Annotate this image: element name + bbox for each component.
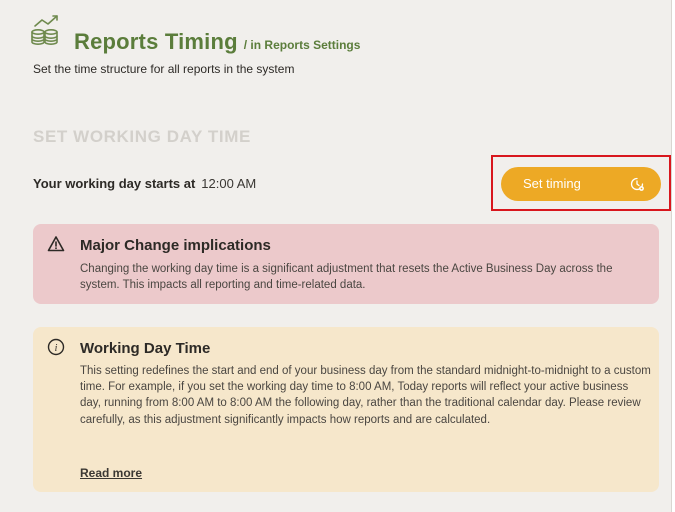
working-day-label: Your working day starts at bbox=[33, 176, 196, 191]
svg-text:i: i bbox=[55, 343, 58, 354]
working-day-value: 12:00 AM bbox=[201, 176, 257, 191]
warning-triangle-icon bbox=[47, 236, 65, 252]
major-change-warning-card: Major Change implications Changing the w… bbox=[33, 224, 659, 304]
section-title: SET WORKING DAY TIME bbox=[33, 127, 251, 146]
coins-growth-icon bbox=[31, 15, 58, 45]
set-timing-button-label: Set timing bbox=[523, 176, 581, 191]
page-title-text: Reports Timing bbox=[74, 29, 238, 54]
info-circle-icon: i bbox=[47, 338, 65, 356]
breadcrumb[interactable]: / in Reports Settings bbox=[244, 38, 361, 52]
clock-settings-icon bbox=[630, 177, 644, 191]
working-day-start-row: Your working day starts at 12:00 AM bbox=[33, 176, 256, 191]
warning-card-body: Changing the working day time is a signi… bbox=[80, 263, 613, 292]
reports-timing-panel: Reports Timing / in Reports Settings Set … bbox=[0, 0, 672, 512]
info-card-body: This setting redefines the start and end… bbox=[80, 365, 651, 426]
page-subtitle: Set the time structure for all reports i… bbox=[33, 62, 295, 76]
info-card-title: Working Day Time bbox=[80, 340, 211, 357]
warning-card-title: Major Change implications bbox=[80, 237, 271, 254]
read-more-link[interactable]: Read more bbox=[80, 466, 142, 480]
working-day-time-info-card: i Working Day Time This setting redefine… bbox=[33, 327, 659, 492]
page-title: Reports Timing / in Reports Settings bbox=[74, 29, 360, 55]
set-timing-button[interactable]: Set timing bbox=[501, 167, 661, 201]
